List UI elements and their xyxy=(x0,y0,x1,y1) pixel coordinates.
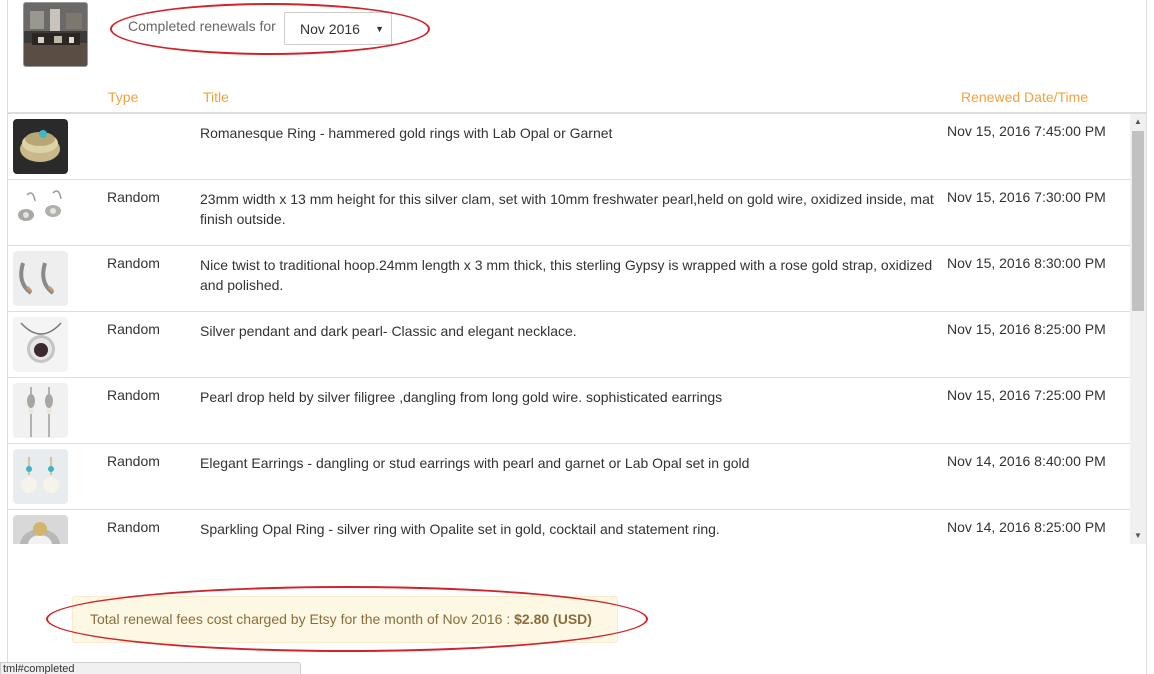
table-row[interactable]: Random 23mm width x 13 mm height for thi… xyxy=(8,180,1130,246)
row-renewed: Nov 14, 2016 8:40:00 PM xyxy=(947,453,1106,469)
scroll-thumb[interactable] xyxy=(1132,131,1144,311)
table-row[interactable]: Random Nice twist to traditional hoop.24… xyxy=(8,246,1130,312)
row-type: Random xyxy=(107,387,160,403)
opal-ring-icon xyxy=(13,515,68,544)
highlight-ellipse xyxy=(46,586,648,652)
row-title: Sparkling Opal Ring - silver ring with O… xyxy=(200,521,720,537)
renewals-table[interactable]: Romanesque Ring - hammered gold rings wi… xyxy=(8,114,1146,544)
earring-icon xyxy=(13,185,68,240)
table-row[interactable]: Random Sparkling Opal Ring - silver ring… xyxy=(8,510,1130,544)
table-row[interactable]: Random Pearl drop held by silver filigre… xyxy=(8,378,1130,444)
table-row[interactable]: Random Silver pendant and dark pearl- Cl… xyxy=(8,312,1130,378)
table-row[interactable]: Random Elegant Earrings - dangling or st… xyxy=(8,444,1130,510)
row-type: Random xyxy=(107,321,160,337)
row-renewed: Nov 15, 2016 7:25:00 PM xyxy=(947,387,1106,403)
row-title: Elegant Earrings - dangling or stud earr… xyxy=(200,455,750,471)
ring-icon xyxy=(13,119,68,174)
row-title: 23mm width x 13 mm height for this silve… xyxy=(200,191,934,227)
highlight-ellipse xyxy=(110,3,430,55)
row-type: Random xyxy=(107,453,160,469)
row-renewed: Nov 15, 2016 8:25:00 PM xyxy=(947,321,1106,337)
scroll-up-arrow-icon[interactable]: ▲ xyxy=(1130,114,1146,130)
column-header-renewed[interactable]: Renewed Date/Time xyxy=(961,89,1088,105)
column-header-title[interactable]: Title xyxy=(203,89,229,105)
row-title: Romanesque Ring - hammered gold rings wi… xyxy=(200,125,613,141)
pearl-earring-icon xyxy=(13,449,68,504)
row-renewed: Nov 15, 2016 7:30:00 PM xyxy=(947,189,1106,205)
row-type: Random xyxy=(107,519,160,535)
drop-earring-icon xyxy=(13,383,68,438)
pendant-icon xyxy=(13,317,68,372)
row-title: Silver pendant and dark pearl- Classic a… xyxy=(200,323,577,339)
row-renewed: Nov 14, 2016 8:25:00 PM xyxy=(947,519,1106,535)
status-bar-url: tml#completed xyxy=(0,662,301,674)
column-header-type[interactable]: Type xyxy=(108,89,138,105)
shop-avatar xyxy=(23,2,88,67)
row-renewed: Nov 15, 2016 8:30:00 PM xyxy=(947,255,1106,271)
row-title: Nice twist to traditional hoop.24mm leng… xyxy=(200,257,933,293)
row-renewed: Nov 15, 2016 7:45:00 PM xyxy=(947,123,1106,139)
table-row[interactable]: Romanesque Ring - hammered gold rings wi… xyxy=(8,114,1130,180)
row-type: Random xyxy=(107,255,160,271)
row-type: Random xyxy=(107,189,160,205)
row-title: Pearl drop held by silver filigree ,dang… xyxy=(200,389,723,405)
hoop-icon xyxy=(13,251,68,306)
table-scrollbar[interactable]: ▲ ▼ xyxy=(1130,114,1146,544)
scroll-down-arrow-icon[interactable]: ▼ xyxy=(1130,528,1146,544)
